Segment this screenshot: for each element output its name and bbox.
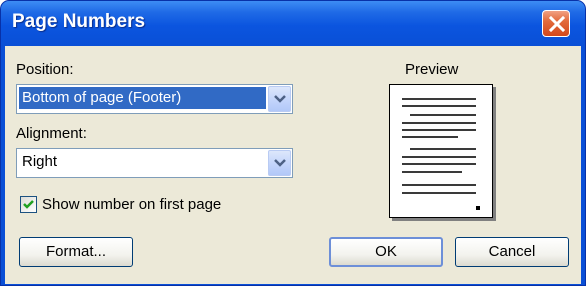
- first-page-checkbox[interactable]: [20, 196, 37, 213]
- position-label: Position:: [16, 61, 74, 78]
- chevron-down-icon: [274, 159, 286, 167]
- alignment-select[interactable]: Right: [16, 148, 293, 178]
- text-line: [402, 156, 476, 158]
- text-line: [402, 129, 476, 131]
- checkmark-icon: [23, 200, 34, 209]
- position-value: Bottom of page (Footer): [19, 87, 266, 109]
- close-icon: [549, 16, 565, 32]
- text-line: [402, 171, 462, 173]
- chevron-down-icon: [274, 95, 286, 103]
- preview-label: Preview: [405, 61, 459, 78]
- text-line: [402, 98, 476, 100]
- alignment-label: Alignment:: [16, 125, 87, 142]
- text-line: [402, 122, 476, 124]
- dialog-body: Position: Bottom of page (Footer) Alignm…: [5, 46, 581, 284]
- text-line: [410, 114, 476, 116]
- first-page-label[interactable]: Show number on first page: [42, 196, 221, 213]
- page-numbers-dialog: Page Numbers Position: Bottom of page (F…: [0, 0, 586, 286]
- text-line: [402, 105, 476, 107]
- alignment-dropdown-button[interactable]: [268, 150, 291, 176]
- dialog-title: Page Numbers: [12, 11, 146, 32]
- position-select[interactable]: Bottom of page (Footer): [16, 84, 293, 114]
- page-number-marker: [476, 206, 480, 210]
- position-dropdown-button[interactable]: [268, 86, 291, 112]
- text-line: [402, 192, 476, 194]
- alignment-value: Right: [22, 153, 58, 170]
- text-line: [410, 148, 476, 150]
- close-button[interactable]: [542, 10, 570, 37]
- text-line: [402, 184, 476, 186]
- title-bar[interactable]: Page Numbers: [1, 1, 585, 46]
- ok-button[interactable]: OK: [329, 237, 443, 267]
- cancel-button[interactable]: Cancel: [455, 237, 569, 267]
- text-line: [402, 136, 458, 138]
- text-line: [402, 163, 476, 165]
- preview-page: [389, 84, 493, 218]
- format-button[interactable]: Format...: [19, 237, 133, 267]
